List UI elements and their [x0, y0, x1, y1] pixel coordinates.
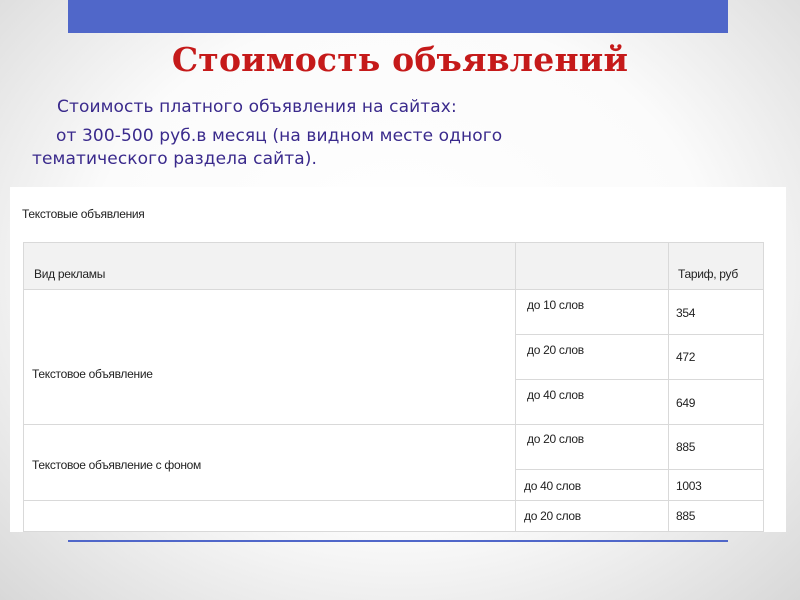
top-accent-bar [68, 0, 728, 33]
size-cell: до 20 слов [527, 343, 584, 357]
price-cell: 1003 [676, 479, 702, 493]
bottom-accent-line [68, 540, 728, 542]
slide: Стоимость объявлений Стоимость платного … [0, 0, 800, 600]
header-tariff: Тариф, руб [678, 267, 738, 281]
size-cell: до 40 слов [527, 388, 584, 402]
size-cell: до 20 слов [524, 509, 581, 523]
ad-type-cell: Текстовое объявление [32, 367, 153, 381]
price-cell: 885 [676, 509, 696, 523]
price-cell: 354 [676, 306, 696, 320]
subtitle-line-3: тематического раздела сайта). [32, 149, 318, 169]
header-ad-type: Вид рекламы [34, 267, 106, 281]
subtitle-line-2: от 300-500 руб.в месяц (на видном месте … [56, 126, 503, 146]
price-cell: 885 [676, 440, 696, 454]
slide-title: Стоимость объявлений [171, 40, 629, 79]
table-grid [10, 187, 786, 532]
ad-type-cell: Текстовое объявление с фоном [32, 458, 201, 472]
price-cell: 649 [676, 396, 696, 410]
price-cell: 472 [676, 350, 696, 364]
size-cell: до 20 слов [527, 432, 584, 446]
pricing-table-image: Текстовые объявления Вид рекламы Тариф, … [10, 187, 786, 532]
size-cell: до 40 слов [524, 479, 581, 493]
subtitle-line-1: Стоимость платного объявления на сайтах: [57, 97, 457, 117]
size-cell: до 10 слов [527, 298, 584, 312]
